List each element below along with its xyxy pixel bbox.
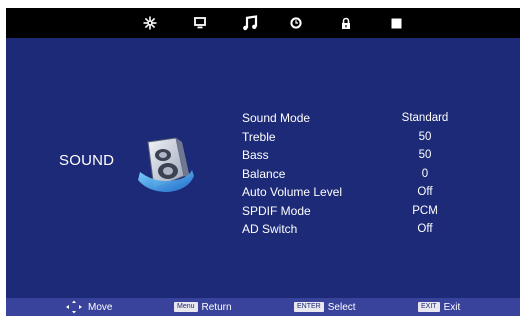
menu-label: Bass	[242, 148, 269, 163]
menu-item-spdif-mode[interactable]: SPDIF Mode PCM	[242, 202, 482, 221]
hint-exit: EXIT Exit	[418, 298, 460, 316]
menu-value: PCM	[412, 204, 438, 217]
menu-item-bass[interactable]: Bass 50	[242, 146, 482, 165]
menu-label: Balance	[242, 166, 286, 181]
menu-label: Sound Mode	[242, 111, 311, 126]
hint-select: ENTER Select	[294, 298, 356, 316]
picture-settings-icon	[143, 16, 157, 30]
menu-item-sound-mode[interactable]: Sound Mode Standard	[242, 109, 482, 128]
square-icon	[391, 18, 401, 28]
tab-setup[interactable]	[376, 8, 416, 38]
tab-screen[interactable]	[180, 8, 220, 38]
menu-item-treble[interactable]: Treble 50	[242, 128, 482, 147]
menu-value: 0	[421, 167, 429, 180]
menu-item-ad-switch[interactable]: AD Switch Off	[242, 220, 482, 239]
menu-label: Treble	[242, 129, 276, 144]
top-tab-bar	[6, 8, 520, 38]
bottom-hint-bar: Move Menu Return ENTER Select EXIT Exit	[6, 298, 520, 316]
menu-key: Menu	[174, 302, 198, 312]
hint-exit-label: Exit	[443, 301, 461, 313]
enter-key: ENTER	[294, 302, 324, 312]
menu-value: Off	[417, 186, 433, 199]
menu-value: 50	[418, 130, 432, 143]
menu-label: AD Switch	[242, 222, 298, 237]
hint-move-label: Move	[88, 301, 113, 313]
hint-move: Move	[64, 298, 112, 316]
section-title: SOUND	[59, 152, 115, 169]
tab-lock[interactable]	[326, 8, 366, 38]
speaker-icon	[138, 137, 194, 192]
menu-label: SPDIF Mode	[242, 203, 311, 218]
hint-return: Menu Return	[174, 298, 232, 316]
osd-window: SOUND Sound Mode Standard Treble 50 Bass…	[6, 8, 520, 316]
lock-icon	[342, 17, 350, 29]
clock-icon	[290, 17, 302, 29]
menu-value: Standard	[401, 112, 449, 125]
exit-key: EXIT	[418, 302, 440, 312]
menu-item-balance[interactable]: Balance 0	[242, 165, 482, 184]
hint-return-label: Return	[201, 301, 232, 313]
menu-value: 50	[418, 149, 432, 162]
dpad-icon	[66, 300, 82, 314]
hint-select-label: Select	[327, 301, 356, 313]
music-note-icon	[243, 15, 258, 31]
menu-label: Auto Volume Level	[242, 185, 343, 200]
tab-sound[interactable]	[230, 8, 270, 38]
tab-time[interactable]	[276, 8, 316, 38]
menu-value: Off	[417, 223, 433, 236]
menu-item-auto-volume-level[interactable]: Auto Volume Level Off	[242, 183, 482, 202]
monitor-icon	[194, 17, 206, 29]
tab-picture[interactable]	[130, 8, 170, 38]
sound-menu: Sound Mode Standard Treble 50 Bass 50 Ba…	[242, 109, 482, 239]
